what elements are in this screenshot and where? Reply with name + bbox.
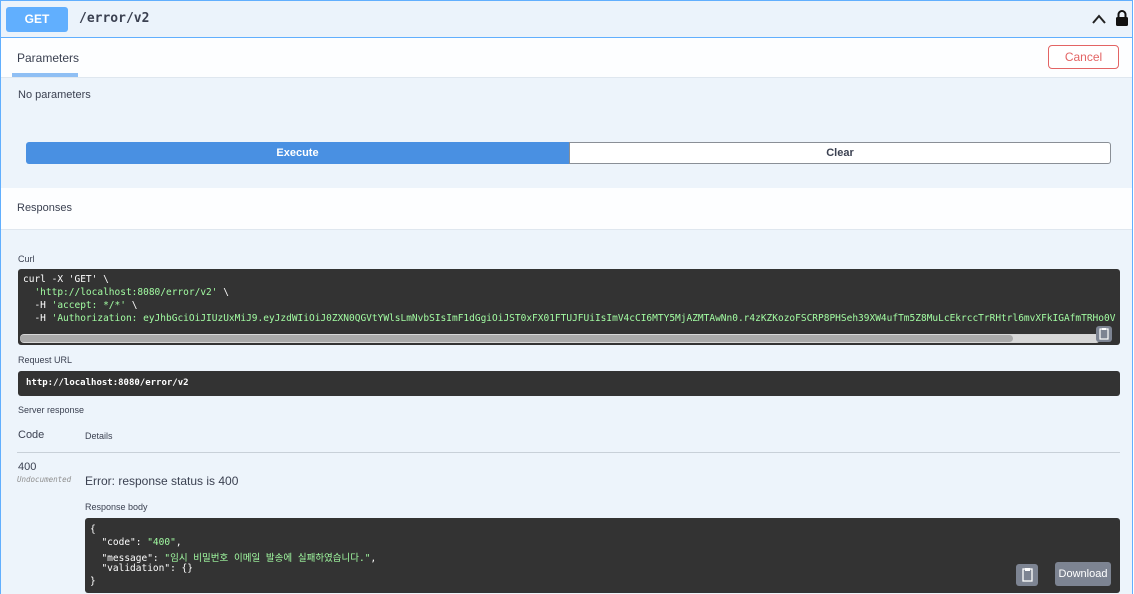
curl-line-3-tail: \ [125,300,138,311]
endpoint-path: /error/v2 [79,11,150,26]
curl-line-3-prefix: -H [23,300,52,311]
server-response-label: Server response [18,405,85,415]
lock-icon[interactable] [1115,9,1129,27]
response-status-code: 400 [18,461,37,473]
method-badge: GET [6,7,68,32]
curl-auth-header: 'Authorization: eyJhbGciOiJIUzUxMiJ9.eyJ… [51,313,1116,324]
cancel-button[interactable]: Cancel [1048,45,1119,69]
json-close-brace: } [90,576,96,587]
curl-line-2-tail: \ [217,287,229,298]
curl-line-4: -H 'Authorization: eyJhbGciOiJIUzUxMiJ9.… [23,313,1115,324]
curl-line-4-prefix: -H [23,313,52,324]
execute-button[interactable]: Execute [26,142,569,164]
no-parameters-text: No parameters [18,89,91,101]
tab-underline [12,73,78,77]
curl-scrollbar-thumb[interactable] [20,335,1013,342]
clear-button[interactable]: Clear [569,142,1111,164]
request-url-label: Request URL [18,355,73,365]
curl-line-3: -H 'accept: */*' \ [23,300,137,311]
curl-line-1: curl -X 'GET' \ [23,274,109,285]
response-body-block[interactable]: { "code": "400", "message": "임시 비밀번호 이메일… [85,518,1120,593]
json-open-brace: { [90,524,96,535]
copy-icon[interactable] [1016,564,1038,586]
copy-icon[interactable] [1096,326,1112,342]
request-url-block[interactable]: http://localhost:8080/error/v2 [18,371,1120,396]
curl-code-block[interactable]: curl -X 'GET' \ 'http://localhost:8080/e… [18,269,1120,345]
json-line-message: "message": "임시 비밀번호 이메일 발송에 실패하였습니다.", [90,550,376,564]
json-message-tail: , [370,553,377,564]
undocumented-tag: Undocumented [17,475,72,484]
curl-label: Curl [18,254,35,264]
operation-summary[interactable]: GET /error/v2 [1,1,1132,38]
json-message-value: "임시 비밀번호 이메일 발송에 실패하였습니다." [164,553,371,564]
parameters-header: Parameters Cancel [1,38,1132,78]
details-column-header: Details [85,431,113,441]
error-message: Error: response status is 400 [85,474,239,488]
table-divider [17,452,1120,453]
json-code-value: "400" [147,537,176,548]
download-button[interactable]: Download [1055,562,1111,586]
request-url-value: http://localhost:8080/error/v2 [26,378,189,388]
response-body-label: Response body [85,502,148,512]
json-code-key: "code": [90,537,148,548]
curl-url-string: 'http://localhost:8080/error/v2' [34,287,218,298]
responses-title: Responses [17,202,73,214]
json-code-tail: , [175,537,182,548]
chevron-up-icon[interactable] [1091,12,1107,26]
tab-parameters[interactable]: Parameters [17,51,79,65]
curl-accept-header: 'accept: */*' [51,300,126,311]
operation-block: GET /error/v2 Parameters Cancel No param… [0,0,1133,594]
curl-line-2: 'http://localhost:8080/error/v2' \ [23,287,229,298]
json-line-validation: "validation": {} [90,563,193,574]
json-line-code: "code": "400", [90,537,182,548]
responses-header: Responses [1,188,1132,230]
code-column-header: Code [18,429,45,441]
